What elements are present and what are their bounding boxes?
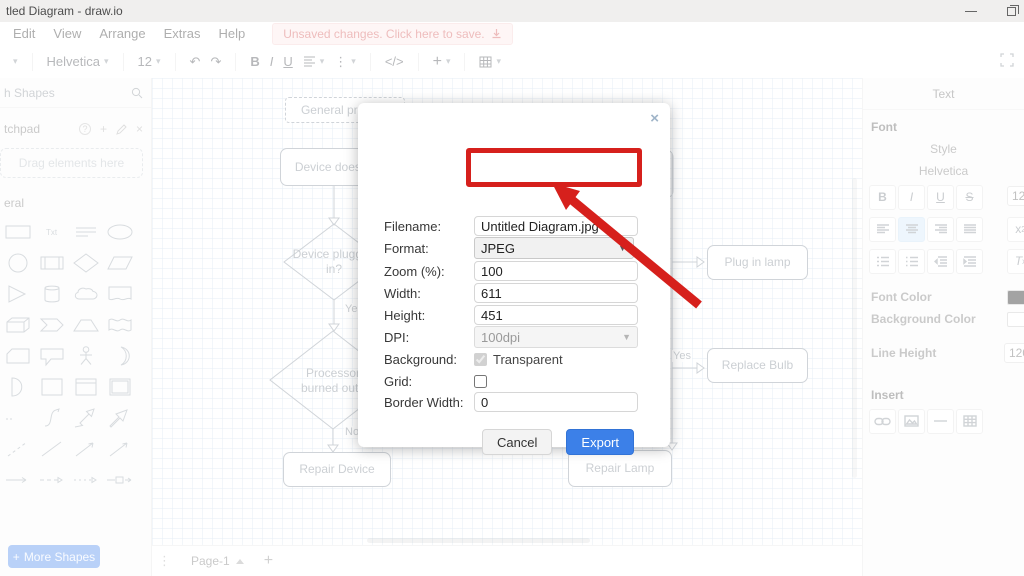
chevron-down-icon: ▼ [622,332,631,342]
width-input[interactable] [474,283,638,303]
app-window: Edit View Arrange Extras Help Unsaved ch… [0,22,1024,576]
format-label: Format: [384,241,474,256]
filename-label: Filename: [384,219,474,234]
zoom-label: Zoom (%): [384,264,474,279]
dialog-close-icon[interactable]: × [650,110,659,127]
grid-label: Grid: [384,374,474,389]
background-label: Background: [384,352,474,367]
height-input[interactable] [474,305,638,325]
border-width-input[interactable] [474,392,638,412]
format-select[interactable]: JPEG ▼ [474,237,634,259]
chevron-down-icon: ▼ [618,243,627,253]
cancel-button[interactable]: Cancel [482,429,552,455]
transparent-label: Transparent [493,352,563,367]
border-width-label: Border Width: [384,395,474,410]
transparent-checkbox [474,353,487,366]
export-button[interactable]: Export [566,429,634,455]
dpi-label: DPI: [384,330,474,345]
maximize-icon[interactable] [1007,7,1016,16]
height-label: Height: [384,308,474,323]
minimize-icon[interactable] [965,11,977,12]
export-image-dialog: × Filename: Format: JPEG ▼ Zoom (%): Wid… [358,103,670,447]
width-label: Width: [384,286,474,301]
zoom-input[interactable] [474,261,638,281]
dpi-select: 100dpi ▼ [474,326,638,348]
filename-input[interactable] [474,216,638,236]
window-title: tled Diagram - draw.io [6,4,123,18]
window-titlebar: tled Diagram - draw.io [0,0,1024,22]
grid-checkbox[interactable] [474,375,487,388]
